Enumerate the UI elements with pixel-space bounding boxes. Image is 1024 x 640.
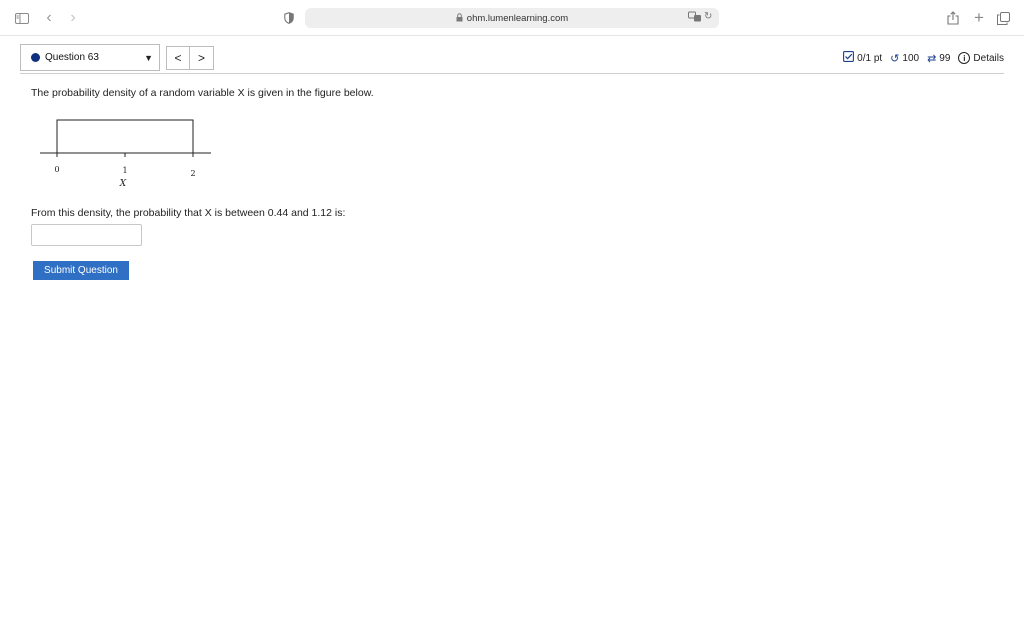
tab-overview-icon[interactable] (994, 9, 1012, 27)
share-icon[interactable] (944, 9, 962, 27)
density-plot: 0 1 2 X (40, 119, 211, 189)
previous-question-button[interactable]: < (166, 46, 190, 70)
axis-label-x: X (119, 179, 127, 189)
score-check-icon (843, 51, 855, 65)
details-link[interactable]: i Details (958, 52, 1004, 64)
question-meta: 0/1 pt ↺ 100 ⇄ 99 i Details (835, 51, 1004, 65)
forward-icon[interactable]: › (64, 9, 82, 27)
status-dot (31, 53, 40, 62)
question-select[interactable]: Question 63 ▼ (20, 44, 160, 71)
chevron-down-icon: ▼ (144, 53, 153, 63)
density-figure: 0 1 2 X (36, 110, 216, 190)
tick-label-2: 2 (190, 169, 195, 178)
question-select-label: Question 63 (45, 52, 99, 63)
translate-icon[interactable] (688, 11, 702, 25)
reload-icon[interactable]: ↻ (704, 11, 716, 25)
question-nav: Question 63 ▼ < > 0/1 pt ↺ 100 ⇄ 99 i De… (20, 44, 1004, 74)
sidebar-toggle-icon[interactable] (12, 9, 32, 27)
browser-toolbar: ‹ › ohm.lumenlearning.com ↻ + (0, 0, 1024, 36)
new-tab-icon[interactable]: + (970, 8, 988, 27)
score: 0/1 pt (843, 51, 882, 65)
privacy-shield-icon[interactable] (280, 9, 298, 27)
answer-input[interactable] (31, 224, 142, 246)
address-bar[interactable]: ohm.lumenlearning.com ↻ (305, 8, 719, 28)
density-curve (56, 119, 194, 153)
lock-icon (456, 12, 463, 24)
question-sub-prompt: From this density, the probability that … (31, 207, 346, 219)
undo-icon: ↺ (890, 52, 900, 65)
attempts: ↺ 100 (890, 52, 919, 65)
submit-question-button[interactable]: Submit Question (33, 261, 129, 280)
tick-label-0: 0 (54, 165, 59, 174)
score-text: 0/1 pt (857, 52, 883, 64)
tick-label-1: 1 (122, 166, 127, 175)
info-icon: i (958, 52, 971, 64)
retry-icon: ⇄ (927, 52, 937, 65)
details-label: Details (973, 52, 1004, 64)
question-prompt: The probability density of a random vari… (31, 87, 374, 99)
next-question-button[interactable]: > (190, 46, 214, 70)
url-text: ohm.lumenlearning.com (466, 12, 569, 24)
retries-text: 99 (939, 52, 951, 64)
attempts-text: 100 (902, 52, 920, 64)
retries: ⇄ 99 (927, 52, 950, 65)
back-icon[interactable]: ‹ (40, 9, 58, 27)
